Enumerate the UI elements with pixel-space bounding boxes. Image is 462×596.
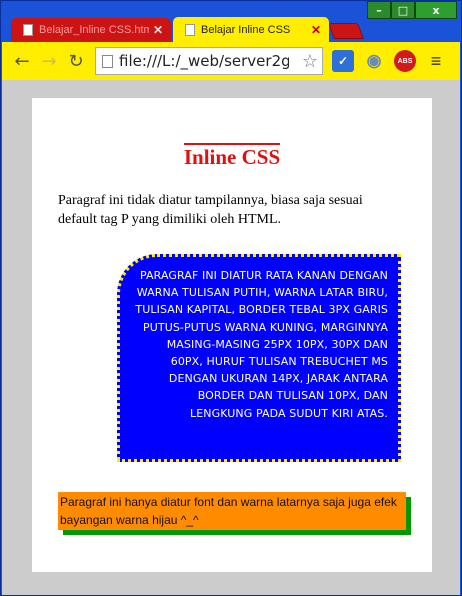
tab-active[interactable]: Belajar Inline CSS ✕ [173, 17, 329, 43]
paragraph-default: Paragraf ini tidak diatur tampilannya, b… [58, 193, 363, 227]
tab-label: Belajar Inline CSS [201, 24, 291, 36]
camera-extension-icon[interactable]: ◉ [363, 50, 385, 72]
toolbar: ← → ↻ file:///L:/_web/server2go ☆ ✓ ◉ AB… [2, 42, 460, 80]
page-icon [185, 24, 195, 36]
title-text: Inline CSS [183, 143, 281, 169]
paragraph-styled-blue: Paragraf ini diatur rata kanan dengan wa… [117, 254, 401, 462]
browser-window: – □ x Belajar_Inline CSS.html ✕ Belajar … [0, 0, 462, 596]
tab-strip: Belajar_Inline CSS.html ✕ Belajar Inline… [7, 15, 367, 43]
page-icon [23, 24, 33, 36]
paragraph-orange-shadow: Paragraf ini hanya diatur font dan warna… [58, 492, 406, 530]
check-extension-icon[interactable]: ✓ [332, 50, 354, 72]
minimize-button[interactable]: – [367, 1, 391, 19]
new-tab-button[interactable] [328, 23, 364, 39]
url-text[interactable]: file:///L:/_web/server2go [119, 52, 289, 70]
page-viewport: Inline CSS Paragraf ini tidak diatur tam… [2, 80, 460, 595]
page-title: Inline CSS [32, 143, 432, 170]
adblock-extension-icon[interactable]: ABS [394, 50, 416, 72]
window-controls: – □ x [367, 1, 457, 19]
page-body: Inline CSS Paragraf ini tidak diatur tam… [32, 98, 432, 572]
page-icon [102, 54, 113, 68]
tab-label: Belajar_Inline CSS.html [39, 24, 149, 36]
forward-button[interactable]: → [37, 49, 61, 73]
address-bar[interactable]: file:///L:/_web/server2go ☆ [95, 47, 323, 75]
close-tab-icon[interactable]: ✕ [153, 23, 163, 37]
close-window-button[interactable]: x [415, 1, 457, 19]
maximize-button[interactable]: □ [391, 1, 415, 19]
back-button[interactable]: ← [10, 49, 34, 73]
reload-button[interactable]: ↻ [64, 49, 88, 73]
close-tab-icon[interactable]: ✕ [311, 23, 321, 37]
menu-icon[interactable]: ≡ [425, 50, 447, 72]
tab-inactive[interactable]: Belajar_Inline CSS.html ✕ [11, 18, 171, 42]
bookmark-star-icon[interactable]: ☆ [302, 51, 318, 72]
